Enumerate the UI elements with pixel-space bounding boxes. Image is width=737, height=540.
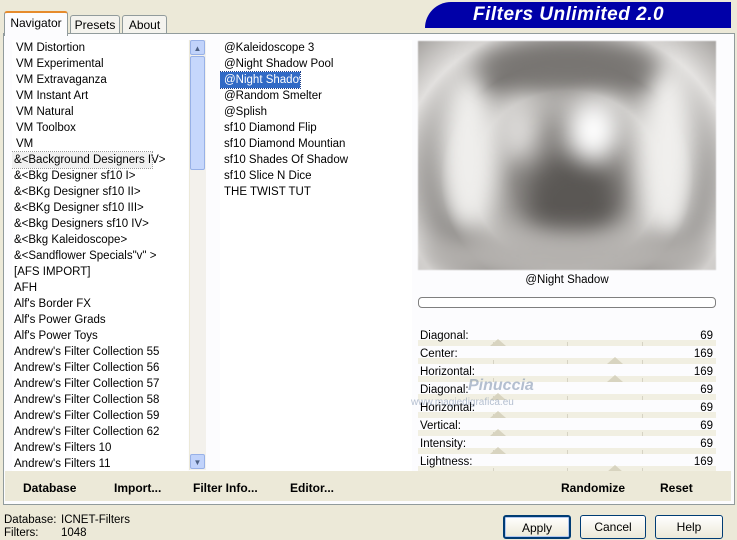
- filter-item[interactable]: THE TWIST TUT: [220, 184, 412, 200]
- category-item[interactable]: AFH: [12, 280, 188, 296]
- category-item[interactable]: [AFS IMPORT]: [12, 264, 188, 280]
- filter-info-button[interactable]: Filter Info...: [193, 481, 258, 495]
- import-button[interactable]: Import...: [114, 481, 161, 495]
- reset-button[interactable]: Reset: [660, 481, 693, 495]
- param-label: Horizontal:: [420, 366, 475, 378]
- param-value: 69: [700, 438, 713, 450]
- param-value: 69: [700, 330, 713, 342]
- category-item[interactable]: Andrew's Filter Collection 57: [12, 376, 188, 392]
- category-item[interactable]: &<Bkg Designers sf10 IV>: [12, 216, 188, 232]
- param-label: Lightness:: [420, 456, 473, 468]
- param-value: 69: [700, 402, 713, 414]
- filter-list[interactable]: @Kaleidoscope 3 @Night Shadow Pool @Night …: [220, 40, 412, 472]
- tab-presets[interactable]: Presets: [70, 15, 120, 34]
- param-label: Diagonal:: [420, 384, 469, 396]
- param-value: 169: [693, 456, 713, 468]
- progress-bar: [418, 297, 716, 308]
- category-item[interactable]: Alf's Power Toys: [12, 328, 188, 344]
- param-label: Vertical:: [420, 420, 461, 432]
- param-label: Center:: [420, 348, 458, 360]
- category-item[interactable]: &<BKg Designer sf10 III>: [12, 200, 188, 216]
- preview-image: [418, 41, 716, 270]
- category-item[interactable]: VM Distortion: [12, 40, 188, 56]
- category-item[interactable]: &<Background Designers IV>: [12, 151, 166, 169]
- slider-knob-icon[interactable]: [606, 375, 623, 382]
- filter-item[interactable]: @Night Shadow Pool: [220, 56, 412, 72]
- category-item[interactable]: Andrew's Filter Collection 62: [12, 424, 188, 440]
- filter-item[interactable]: @Random Smelter: [220, 88, 412, 104]
- category-item[interactable]: Alf's Border FX: [12, 296, 188, 312]
- param-value: 69: [700, 420, 713, 432]
- category-item[interactable]: &<Sandflower Specials"v" >: [12, 248, 188, 264]
- param-slider[interactable]: Vertical: 69: [418, 418, 716, 436]
- scroll-down-icon[interactable]: ▼: [190, 454, 205, 469]
- category-item[interactable]: VM Extravaganza: [12, 72, 188, 88]
- database-value: ICNET-Filters: [61, 514, 130, 526]
- database-label: Database:: [4, 514, 57, 526]
- slider-knob-icon[interactable]: [490, 447, 507, 454]
- slider-knob-icon[interactable]: [490, 429, 507, 436]
- randomize-button[interactable]: Randomize: [561, 481, 625, 495]
- category-list[interactable]: VM Distortion VM Experimental VM Extravaga…: [12, 40, 188, 472]
- filter-item[interactable]: @Kaleidoscope 3: [220, 40, 412, 56]
- param-slider[interactable]: Intensity: 69: [418, 436, 716, 454]
- param-value: 169: [693, 366, 713, 378]
- slider-knob-icon[interactable]: [490, 339, 507, 346]
- filter-item[interactable]: @Night Shadow: [220, 71, 307, 89]
- category-item[interactable]: VM Natural: [12, 104, 188, 120]
- category-item[interactable]: &<Bkg Designer sf10 I>: [12, 168, 188, 184]
- tab-about[interactable]: About: [122, 15, 167, 34]
- database-button[interactable]: Database: [23, 481, 76, 495]
- filter-item[interactable]: @Splish: [220, 104, 412, 120]
- help-button[interactable]: Help: [655, 515, 723, 539]
- title-banner: Filters Unlimited 2.0: [425, 2, 731, 28]
- slider-knob-icon[interactable]: [490, 411, 507, 418]
- param-slider[interactable]: Lightness: 169: [418, 454, 716, 472]
- category-item[interactable]: Andrew's Filter Collection 56: [12, 360, 188, 376]
- param-label: Diagonal:: [420, 330, 469, 342]
- filter-item[interactable]: sf10 Diamond Mountian: [220, 136, 412, 152]
- param-value: 169: [693, 348, 713, 360]
- category-item[interactable]: Andrew's Filter Collection 59: [12, 408, 188, 424]
- param-slider[interactable]: Diagonal: 69: [418, 328, 716, 346]
- category-item[interactable]: VM Experimental: [12, 56, 188, 72]
- filter-item[interactable]: sf10 Slice N Dice: [220, 168, 412, 184]
- category-item[interactable]: VM Toolbox: [12, 120, 188, 136]
- category-item[interactable]: Andrew's Filters 11: [12, 456, 188, 472]
- editor-button[interactable]: Editor...: [290, 481, 334, 495]
- scroll-thumb[interactable]: [190, 56, 205, 170]
- param-slider[interactable]: Horizontal: 169: [418, 364, 716, 382]
- filter-item[interactable]: sf10 Shades Of Shadow: [220, 152, 412, 168]
- filters-count-label: Filters:: [4, 527, 39, 539]
- param-value: 69: [700, 384, 713, 396]
- category-item[interactable]: Andrew's Filters 10: [12, 440, 188, 456]
- category-item[interactable]: Andrew's Filter Collection 58: [12, 392, 188, 408]
- category-item[interactable]: Alf's Power Grads: [12, 312, 188, 328]
- apply-button[interactable]: Apply: [503, 515, 571, 539]
- filter-item[interactable]: sf10 Diamond Flip: [220, 120, 412, 136]
- slider-knob-icon[interactable]: [606, 357, 623, 364]
- selected-filter-name: @Night Shadow: [525, 274, 609, 286]
- param-label: Intensity:: [420, 438, 467, 450]
- watermark-name: Pinuccia: [468, 377, 534, 394]
- cancel-button[interactable]: Cancel: [580, 515, 646, 539]
- category-item[interactable]: &<Bkg Kaleidoscope>: [12, 232, 188, 248]
- category-item[interactable]: Andrew's Filter Collection 55: [12, 344, 188, 360]
- watermark-url: www.magiedigrafica.eu: [411, 397, 514, 408]
- app-title: Filters Unlimited 2.0: [473, 4, 665, 25]
- category-item[interactable]: &<BKg Designer sf10 II>: [12, 184, 188, 200]
- filters-count-value: 1048: [61, 527, 87, 539]
- scroll-up-icon[interactable]: ▲: [190, 40, 205, 55]
- category-item[interactable]: VM Instant Art: [12, 88, 188, 104]
- tab-navigator[interactable]: Navigator: [4, 11, 68, 36]
- param-slider[interactable]: Center: 169: [418, 346, 716, 364]
- category-scrollbar[interactable]: ▲ ▼: [189, 40, 206, 470]
- category-item[interactable]: VM: [12, 136, 188, 152]
